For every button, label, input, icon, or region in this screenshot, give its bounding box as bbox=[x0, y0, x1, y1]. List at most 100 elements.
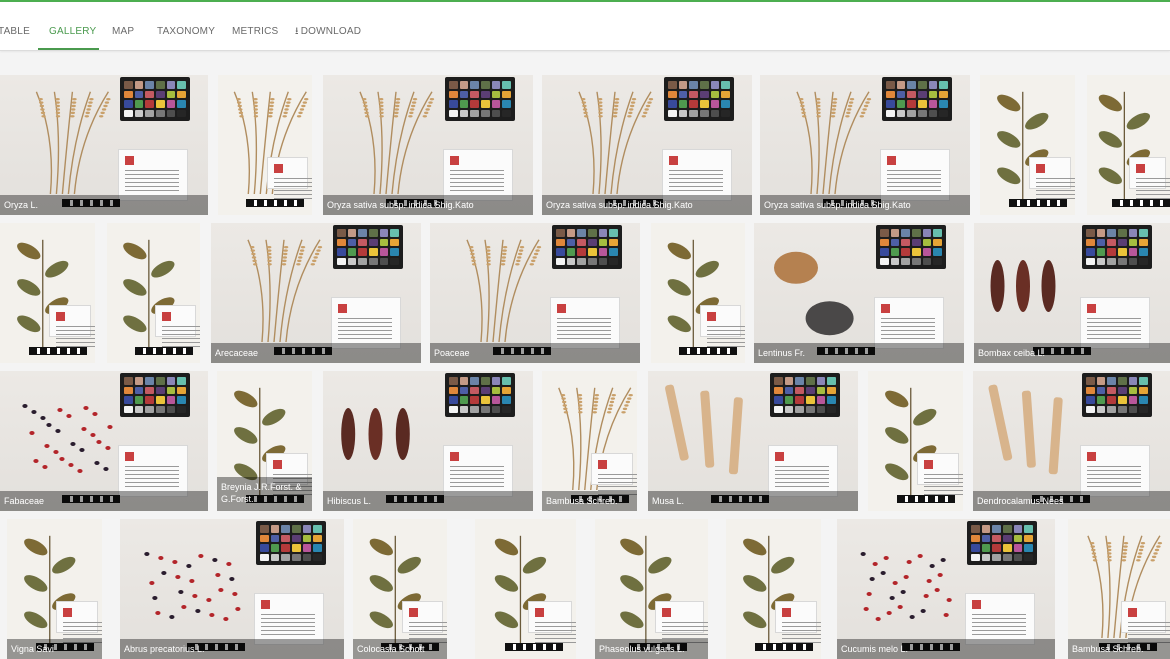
view-tabs-bar: TABLE GALLERY MAP TAXONOMY METRICS ⭳ DOWN… bbox=[0, 2, 1170, 51]
tab-gallery[interactable]: GALLERY bbox=[49, 2, 96, 50]
gallery-thumbnail[interactable]: Phaseolus vulgaris L. bbox=[595, 519, 708, 659]
active-tab-indicator bbox=[38, 48, 99, 50]
thumbnail-caption: Arecaceae bbox=[211, 343, 421, 363]
gallery-thumbnail[interactable]: Oryza sativa subsp. indica Shig.Kato bbox=[542, 75, 752, 215]
gallery-thumbnail[interactable]: Musa L. bbox=[648, 371, 858, 511]
specimen-label-card bbox=[443, 149, 513, 201]
specimen-label-card bbox=[1121, 601, 1170, 646]
specimen-label-card bbox=[1080, 445, 1150, 497]
gallery-thumbnail[interactable] bbox=[0, 223, 95, 363]
tab-taxonomy[interactable]: TAXONOMY bbox=[157, 2, 215, 50]
specimen-label-card bbox=[254, 593, 324, 645]
thumbnail-caption: Colocasia Schott bbox=[353, 639, 447, 659]
specimen-label-card bbox=[1029, 157, 1075, 202]
gallery-thumbnail[interactable]: Lentinus Fr. bbox=[754, 223, 964, 363]
specimen-label-card bbox=[528, 601, 576, 646]
specimen-label-card bbox=[768, 445, 838, 497]
thumbnail-caption: Bambusa Schreb. bbox=[542, 491, 637, 511]
specimen-label-card bbox=[49, 305, 95, 350]
specimen-label-card bbox=[1129, 157, 1170, 202]
scale-bar bbox=[505, 643, 563, 651]
specimen-label-card bbox=[874, 297, 944, 349]
color-checker-card bbox=[770, 373, 840, 417]
thumbnail-caption: Poaceae bbox=[430, 343, 640, 363]
tab-metrics[interactable]: METRICS bbox=[232, 2, 278, 50]
tab-map[interactable]: MAP bbox=[112, 2, 134, 50]
scale-bar bbox=[1009, 199, 1067, 207]
color-checker-card bbox=[882, 77, 952, 121]
gallery-thumbnail[interactable]: Hibiscus L. bbox=[323, 371, 533, 511]
gallery-thumbnail[interactable] bbox=[868, 371, 963, 511]
scale-bar bbox=[755, 643, 813, 651]
scale-bar bbox=[246, 199, 304, 207]
gallery-thumbnail[interactable] bbox=[1087, 75, 1170, 215]
gallery-thumbnail[interactable]: Abrus precatorius L. bbox=[120, 519, 344, 659]
gallery-thumbnail[interactable]: Bambusa Schreb. bbox=[1068, 519, 1170, 659]
specimen-label-card bbox=[118, 149, 188, 201]
gallery-thumbnail[interactable]: Colocasia Schott bbox=[353, 519, 447, 659]
specimen-label-card bbox=[118, 445, 188, 497]
thumbnail-caption: Abrus precatorius L. bbox=[120, 639, 344, 659]
thumbnail-caption: Oryza sativa subsp. indica Shig.Kato bbox=[760, 195, 970, 215]
gallery-thumbnail[interactable]: Bombax ceiba L. bbox=[974, 223, 1170, 363]
thumbnail-caption: Breynia J.R.Forst. & G.Forst. bbox=[217, 477, 312, 511]
gallery-thumbnail[interactable]: Poaceae bbox=[430, 223, 640, 363]
scale-bar bbox=[897, 495, 955, 503]
specimen-label-card bbox=[655, 601, 708, 646]
specimen-label-card bbox=[56, 601, 102, 646]
color-checker-card bbox=[1082, 225, 1152, 269]
color-checker-card bbox=[445, 77, 515, 121]
gallery-thumbnail[interactable] bbox=[651, 223, 745, 363]
color-checker-card bbox=[664, 77, 734, 121]
thumbnail-caption: Cucumis melo L. bbox=[837, 639, 1055, 659]
tab-table[interactable]: TABLE bbox=[0, 2, 30, 50]
color-checker-card bbox=[120, 77, 190, 121]
scale-bar bbox=[29, 347, 87, 355]
gallery-thumbnail[interactable]: Arecaceae bbox=[211, 223, 421, 363]
color-checker-card bbox=[445, 373, 515, 417]
gallery-thumbnail[interactable] bbox=[107, 223, 200, 363]
gallery-thumbnail[interactable]: Oryza sativa subsp. indica Shig.Kato bbox=[323, 75, 533, 215]
specimen-label-card bbox=[155, 305, 200, 350]
thumbnail-caption: Oryza sativa subsp. indica Shig.Kato bbox=[542, 195, 752, 215]
gallery-thumbnail[interactable]: Cucumis melo L. bbox=[837, 519, 1055, 659]
specimen-label-card bbox=[443, 445, 513, 497]
gallery-thumbnail[interactable]: Breynia J.R.Forst. & G.Forst. bbox=[217, 371, 312, 511]
scale-bar bbox=[679, 347, 737, 355]
thumbnail-caption: Hibiscus L. bbox=[323, 491, 533, 511]
tab-download-label: DOWNLOAD bbox=[300, 26, 362, 37]
gallery-thumbnail[interactable]: Bambusa Schreb. bbox=[542, 371, 637, 511]
tab-download[interactable]: ⭳ DOWNLOAD bbox=[295, 2, 361, 50]
download-icon: ⭳ bbox=[295, 26, 299, 37]
scale-bar bbox=[1112, 199, 1170, 207]
specimen-label-card bbox=[700, 305, 745, 350]
specimen-label-card bbox=[1080, 297, 1150, 349]
gallery-thumbnail[interactable]: Oryza sativa subsp. indica Shig.Kato bbox=[760, 75, 970, 215]
gallery-thumbnail[interactable]: Vigna Savi bbox=[7, 519, 102, 659]
specimen-label-card bbox=[591, 453, 637, 498]
color-checker-card bbox=[552, 225, 622, 269]
specimen-label-card bbox=[267, 157, 312, 202]
thumbnail-caption: Oryza sativa subsp. indica Shig.Kato bbox=[323, 195, 533, 215]
thumbnail-caption: Oryza L. bbox=[0, 195, 208, 215]
color-checker-card bbox=[967, 521, 1037, 565]
specimen-label-card bbox=[965, 593, 1035, 645]
scale-bar bbox=[135, 347, 193, 355]
gallery-thumbnail[interactable]: Oryza L. bbox=[0, 75, 208, 215]
gallery-thumbnail[interactable] bbox=[726, 519, 821, 659]
specimen-label-card bbox=[662, 149, 732, 201]
specimen-label-card bbox=[917, 453, 963, 498]
gallery-thumbnail[interactable] bbox=[475, 519, 576, 659]
specimen-label-card bbox=[402, 601, 447, 646]
color-checker-card bbox=[120, 373, 190, 417]
specimen-label-card bbox=[550, 297, 620, 349]
color-checker-card bbox=[333, 225, 403, 269]
color-checker-card bbox=[256, 521, 326, 565]
thumbnail-caption: Bambusa Schreb. bbox=[1068, 639, 1170, 659]
gallery-thumbnail[interactable]: Dendrocalamus Nees bbox=[973, 371, 1170, 511]
gallery-thumbnail[interactable] bbox=[218, 75, 312, 215]
thumbnail-caption: Bombax ceiba L. bbox=[974, 343, 1170, 363]
color-checker-card bbox=[876, 225, 946, 269]
gallery-thumbnail[interactable]: Fabaceae bbox=[0, 371, 208, 511]
gallery-thumbnail[interactable] bbox=[980, 75, 1075, 215]
